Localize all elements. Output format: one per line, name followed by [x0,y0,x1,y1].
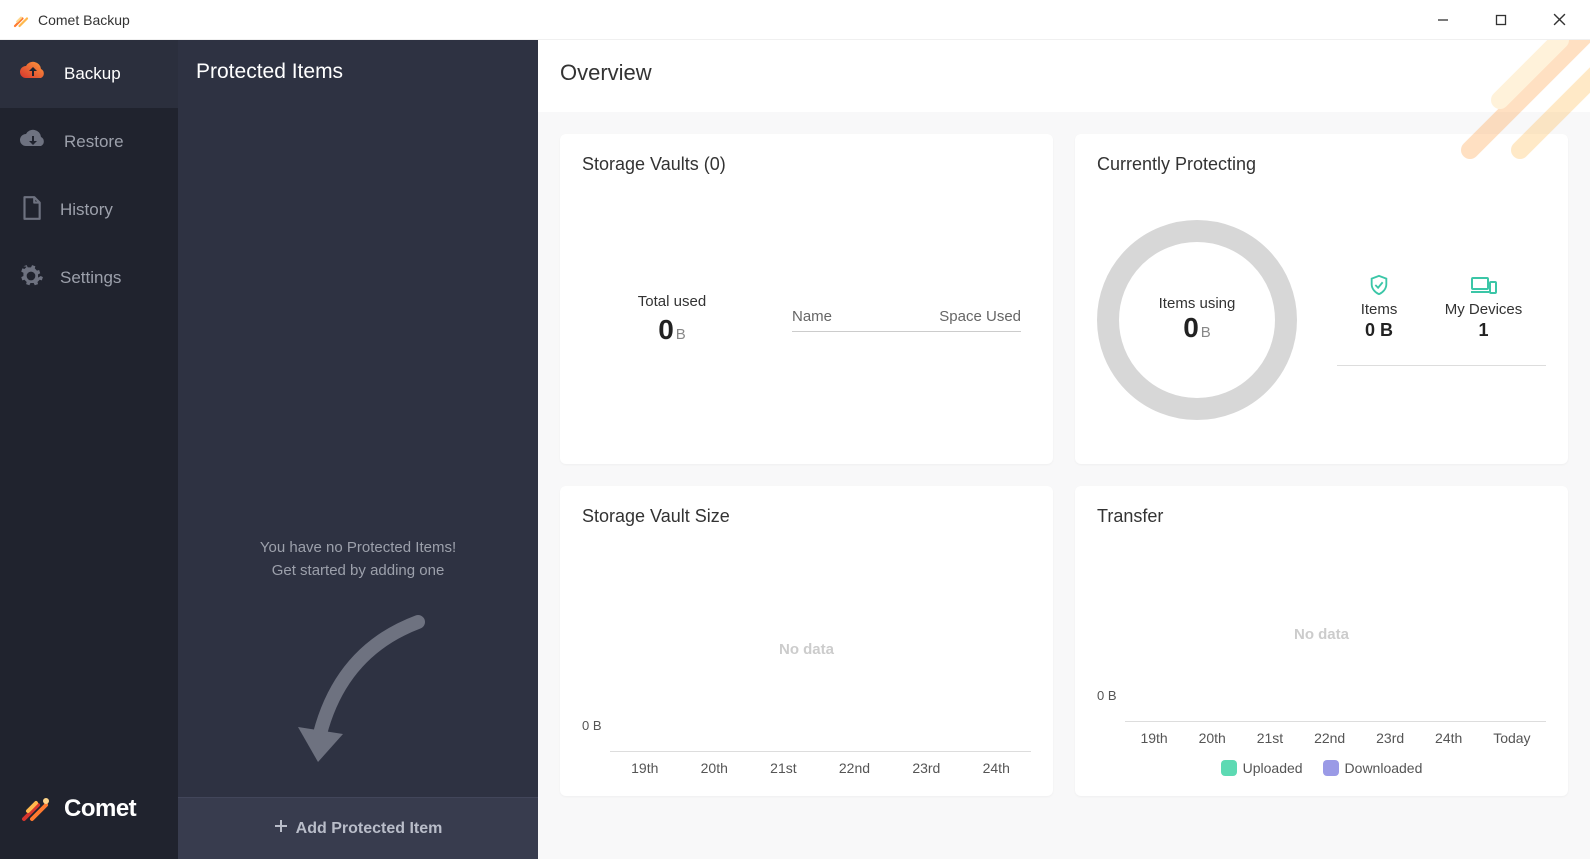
card-title: Transfer [1097,506,1546,527]
chart-legend: Uploaded Downloaded [1097,760,1546,776]
close-button[interactable] [1544,5,1574,35]
x-tick: 20th [1199,730,1226,746]
minimize-button[interactable] [1428,5,1458,35]
sidebar-item-label: Backup [64,64,121,84]
sidebar-item-settings[interactable]: Settings [0,244,178,312]
empty-text-line: You have no Protected Items! [260,537,456,560]
x-tick: 23rd [912,760,940,776]
legend-downloaded: Downloaded [1323,760,1423,776]
stat-items: Items 0 B [1361,273,1398,341]
stat-value: 0 B [1361,320,1398,341]
legend-uploaded: Uploaded [1221,760,1303,776]
app-title: Comet Backup [38,12,1428,28]
total-used-unit: B [676,326,686,343]
x-axis: 19th 20th 21st 22nd 23rd 24th [610,751,1031,776]
stat-value: 1 [1445,320,1523,341]
maximize-button[interactable] [1486,5,1516,35]
card-title: Storage Vaults (0) [582,154,1031,175]
ring-label: Items using [1159,295,1236,312]
add-protected-item-label: Add Protected Item [296,820,443,838]
sidebar-item-label: Restore [64,132,124,152]
x-tick: 21st [1257,730,1283,746]
stat-label: Items [1361,301,1398,318]
devices-icon [1445,273,1523,297]
chart-area: No data 0 B [1097,547,1546,721]
plus-icon [274,819,288,838]
total-used-value: 0 [658,314,674,345]
currently-protecting-card: Currently Protecting Items using 0B [1075,134,1568,464]
comet-logo-icon [18,789,54,830]
column-name: Name [792,308,832,325]
vault-table: Name Space Used [792,308,1021,332]
file-icon [18,195,44,226]
cloud-download-icon [18,128,48,157]
stat-label: My Devices [1445,301,1523,318]
app-logo-icon [12,11,30,29]
legend-swatch-icon [1221,760,1237,776]
sidebar-item-restore[interactable]: Restore [0,108,178,176]
x-tick: 22nd [1314,730,1345,746]
x-tick: 24th [1435,730,1462,746]
sidebar-item-backup[interactable]: Backup [0,40,178,108]
shield-check-icon [1361,273,1398,297]
x-tick: 24th [983,760,1010,776]
panel-empty-state: You have no Protected Items! Get started… [178,104,538,797]
x-tick: 22nd [839,760,870,776]
card-title: Currently Protecting [1097,154,1546,175]
chart-area: No data 0 B [582,547,1031,751]
sidebar: Backup Restore History Settings Comet [0,40,178,859]
card-title: Storage Vault Size [582,506,1031,527]
x-tick: 23rd [1376,730,1404,746]
x-tick: 19th [1140,730,1167,746]
sidebar-item-history[interactable]: History [0,176,178,244]
titlebar: Comet Backup [0,0,1590,40]
legend-label: Downloaded [1345,760,1423,776]
usage-ring: Items using 0B [1097,220,1297,420]
cloud-upload-icon [18,60,48,89]
page-title: Overview [538,40,1590,112]
total-used-block: Total used 0B [592,293,752,346]
total-used-label: Total used [592,293,752,310]
legend-label: Uploaded [1243,760,1303,776]
y-axis-tick: 0 B [582,718,602,733]
storage-vault-size-card: Storage Vault Size No data 0 B 19th 20th… [560,486,1053,796]
ring-value: 0 [1183,312,1199,343]
sidebar-item-label: History [60,200,113,220]
add-protected-item-button[interactable]: Add Protected Item [178,797,538,859]
no-data-label: No data [1294,626,1349,643]
main-content: Overview Storage Vaults (0) Total used 0… [538,40,1590,859]
protected-items-panel: Protected Items You have no Protected It… [178,40,538,859]
transfer-card: Transfer No data 0 B 19th 20th 21st 22nd… [1075,486,1568,796]
no-data-label: No data [779,641,834,658]
arrow-down-icon [268,612,448,777]
x-axis: 19th 20th 21st 22nd 23rd 24th Today [1125,721,1546,746]
x-tick: Today [1493,730,1530,746]
y-axis-tick: 0 B [1097,688,1117,703]
sidebar-brand-text: Comet [64,795,136,823]
empty-text-line: Get started by adding one [260,560,456,583]
sidebar-brand: Comet [0,759,178,859]
x-tick: 19th [631,760,658,776]
column-space-used: Space Used [939,308,1021,325]
stat-devices: My Devices 1 [1445,273,1523,341]
legend-swatch-icon [1323,760,1339,776]
gear-icon [18,263,44,294]
panel-title: Protected Items [178,40,538,104]
sidebar-item-label: Settings [60,268,121,288]
ring-unit: B [1201,324,1211,341]
x-tick: 20th [701,760,728,776]
x-tick: 21st [770,760,796,776]
storage-vaults-card: Storage Vaults (0) Total used 0B Name Sp… [560,134,1053,464]
